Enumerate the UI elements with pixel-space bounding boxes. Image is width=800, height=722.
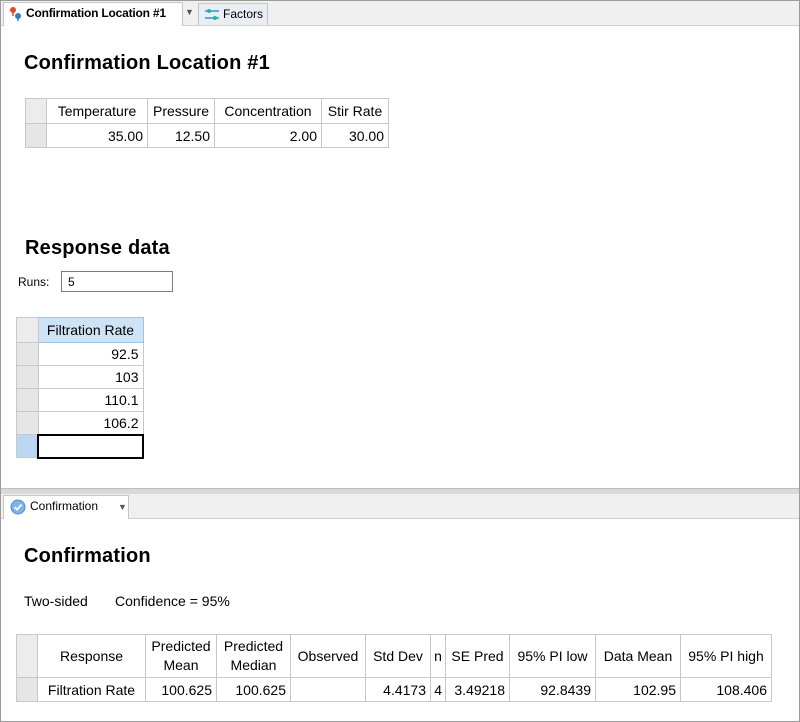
location-header: Temperature xyxy=(46,98,148,124)
conf-predicted-mean-cell[interactable]: 100.625 xyxy=(145,677,217,702)
row-header[interactable] xyxy=(16,677,38,702)
confidence-label: Confidence = 95% xyxy=(115,593,230,609)
stir-rate-cell[interactable]: 30.00 xyxy=(321,123,389,148)
concentration-cell[interactable]: 2.00 xyxy=(214,123,322,148)
confirmation-title: Confirmation xyxy=(24,545,151,567)
tab-dropdown-arrow-icon[interactable]: ▼ xyxy=(118,502,127,512)
bottom-tab-strip: Confirmation ▼ xyxy=(1,494,799,519)
response-cell[interactable]: 103 xyxy=(37,365,144,389)
conf-predicted-median-cell[interactable]: 100.625 xyxy=(216,677,291,702)
row-header[interactable] xyxy=(16,342,39,366)
pin-icon xyxy=(9,6,23,22)
pressure-cell[interactable]: 12.50 xyxy=(147,123,215,148)
response-cell[interactable]: 106.2 xyxy=(37,411,144,435)
tab-confirmation-location-label: Confirmation Location #1 xyxy=(26,6,166,20)
conf-header: 95% PI low xyxy=(509,634,596,678)
tab-factors-label: Factors xyxy=(223,7,264,21)
tab-factors[interactable]: Factors xyxy=(198,3,268,25)
row-header[interactable] xyxy=(16,388,39,412)
response-cell[interactable]: 92.5 xyxy=(37,342,144,366)
corner-cell xyxy=(25,98,47,124)
response-title: Response data xyxy=(25,237,170,259)
row-header[interactable] xyxy=(16,365,39,389)
tab-confirmation-location[interactable]: Confirmation Location #1 xyxy=(3,2,183,26)
corner-cell xyxy=(16,317,39,343)
runs-label: Runs: xyxy=(18,275,50,289)
conf-header: Observed xyxy=(290,634,366,678)
row-header-selected[interactable] xyxy=(16,434,39,458)
confirmation-table: Response Predicted Mean Predicted Median… xyxy=(16,634,772,702)
conf-header: Data Mean xyxy=(595,634,681,678)
location-header: Stir Rate xyxy=(321,98,389,124)
row-header[interactable] xyxy=(25,123,47,148)
conf-std-dev-cell[interactable]: 4.4173 xyxy=(365,677,431,702)
location-title: Confirmation Location #1 xyxy=(24,52,270,74)
sliders-icon xyxy=(204,8,220,22)
top-tab-strip: Confirmation Location #1 ▼ Factors xyxy=(1,1,799,26)
conf-header: n xyxy=(430,634,446,678)
conf-header: Response xyxy=(37,634,146,678)
check-circle-icon xyxy=(10,499,26,515)
temperature-cell[interactable]: 35.00 xyxy=(46,123,148,148)
conf-n-cell[interactable]: 4 xyxy=(430,677,446,702)
conf-header: Std Dev xyxy=(365,634,431,678)
filtration-rate-header[interactable]: Filtration Rate xyxy=(37,317,144,343)
conf-response-cell[interactable]: Filtration Rate xyxy=(37,677,146,702)
location-header: Concentration xyxy=(214,98,322,124)
tab-confirmation-label: Confirmation xyxy=(30,499,99,513)
response-cell-active[interactable] xyxy=(37,433,144,459)
conf-pi-low-cell[interactable]: 92.8439 xyxy=(509,677,596,702)
corner-cell xyxy=(16,634,38,678)
conf-pi-high-cell[interactable]: 108.406 xyxy=(680,677,772,702)
two-sided-label: Two-sided xyxy=(24,593,88,609)
row-header[interactable] xyxy=(16,411,39,435)
tab-dropdown-arrow-icon[interactable]: ▼ xyxy=(185,7,194,17)
location-header: Pressure xyxy=(147,98,215,124)
conf-header: Predicted Median xyxy=(216,634,291,678)
response-cell[interactable]: 110.1 xyxy=(37,388,144,412)
conf-header: SE Pred xyxy=(445,634,510,678)
runs-input[interactable]: 5 xyxy=(61,271,173,292)
tab-confirmation[interactable]: Confirmation xyxy=(3,495,129,519)
conf-data-mean-cell[interactable]: 102.95 xyxy=(595,677,681,702)
conf-header: Predicted Mean xyxy=(145,634,217,678)
conf-header: 95% PI high xyxy=(680,634,772,678)
conf-se-pred-cell[interactable]: 3.49218 xyxy=(445,677,510,702)
location-table: Temperature Pressure Concentration Stir … xyxy=(25,98,389,148)
conf-observed-cell[interactable] xyxy=(290,677,366,702)
response-table: Filtration Rate 92.5 103 110.1 106.2 xyxy=(16,317,144,459)
